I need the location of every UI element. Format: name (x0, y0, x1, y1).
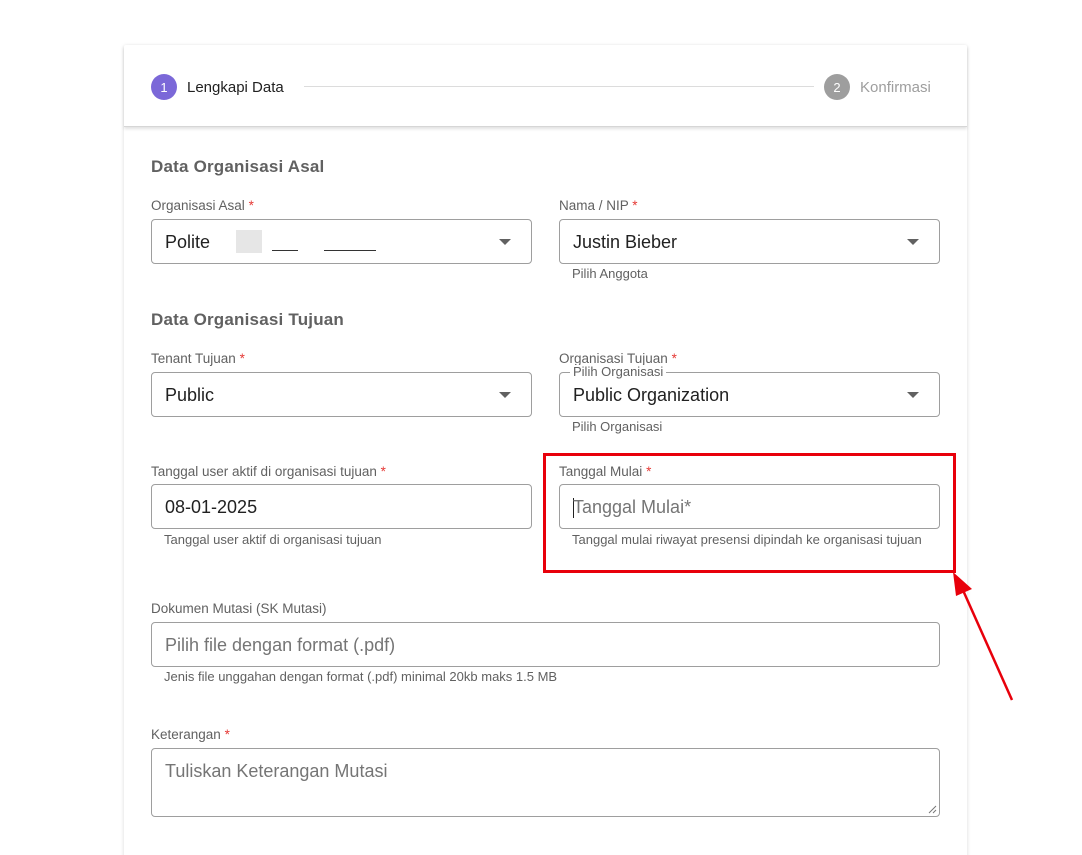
step-label: Konfirmasi (860, 78, 931, 96)
tanggal-aktif-label: Tanggal user aktif di organisasi tujuan … (151, 464, 386, 479)
tenant-tujuan-select[interactable]: Public (151, 372, 532, 417)
nama-nip-value: Justin Bieber (573, 232, 678, 252)
organisasi-tujuan-value: Public Organization (573, 385, 730, 405)
dokumen-hint: Jenis file unggahan dengan format (.pdf)… (164, 669, 558, 684)
keterangan-placeholder: Tuliskan Keterangan Mutasi (165, 761, 388, 781)
step-konfirmasi[interactable]: 2 Konfirmasi (824, 74, 931, 100)
step-lengkapi-data[interactable]: 1 Lengkapi Data (151, 74, 284, 100)
chevron-down-icon[interactable] (907, 239, 919, 245)
step-label: Lengkapi Data (187, 78, 284, 96)
step-connector (304, 86, 814, 87)
organisasi-asal-value: Polite (165, 232, 211, 252)
organisasi-asal-label: Organisasi Asal * (151, 198, 254, 213)
tenant-tujuan-label: Tenant Tujuan * (151, 351, 245, 366)
organisasi-tujuan-hint: Pilih Organisasi (572, 419, 663, 434)
step-number: 1 (151, 74, 177, 100)
organisasi-tujuan-legend: Pilih Organisasi (570, 365, 667, 379)
annotation-arrow-icon (953, 572, 1014, 701)
organisasi-asal-select[interactable]: Polite (151, 219, 532, 264)
chevron-down-icon[interactable] (499, 239, 511, 245)
tanggal-aktif-value: 08-01-2025 (165, 497, 258, 517)
step-number: 2 (824, 74, 850, 100)
form-card: 1 Lengkapi Data 2 Konfirmasi Data Organi… (124, 45, 967, 855)
tenant-tujuan-value: Public (165, 385, 215, 405)
redacted-line (272, 250, 298, 251)
keterangan-label: Keterangan * (151, 727, 230, 742)
organisasi-tujuan-select[interactable]: Pilih Organisasi Public Organization (559, 365, 940, 417)
keterangan-textarea[interactable]: Tuliskan Keterangan Mutasi (151, 748, 940, 817)
redacted-line (324, 250, 376, 251)
tanggal-aktif-hint: Tanggal user aktif di organisasi tujuan (164, 532, 382, 547)
nama-nip-hint: Pilih Anggota (572, 266, 648, 281)
chevron-down-icon[interactable] (499, 392, 511, 398)
stepper: 1 Lengkapi Data 2 Konfirmasi (124, 45, 967, 127)
highlight-box (543, 453, 956, 573)
nama-nip-select[interactable]: Justin Bieber (559, 219, 940, 264)
chevron-down-icon[interactable] (907, 392, 919, 398)
nama-nip-label: Nama / NIP * (559, 198, 638, 213)
tanggal-aktif-input[interactable]: 08-01-2025 (151, 484, 532, 529)
section-title-asal: Data Organisasi Asal (151, 157, 325, 176)
resize-handle-icon[interactable] (927, 804, 937, 814)
section-title-tujuan: Data Organisasi Tujuan (151, 310, 345, 329)
dokumen-file-input[interactable]: Pilih file dengan format (.pdf) (151, 622, 940, 667)
redacted-area (236, 230, 262, 253)
dokumen-placeholder: Pilih file dengan format (.pdf) (165, 635, 396, 655)
dokumen-label: Dokumen Mutasi (SK Mutasi) (151, 601, 327, 616)
